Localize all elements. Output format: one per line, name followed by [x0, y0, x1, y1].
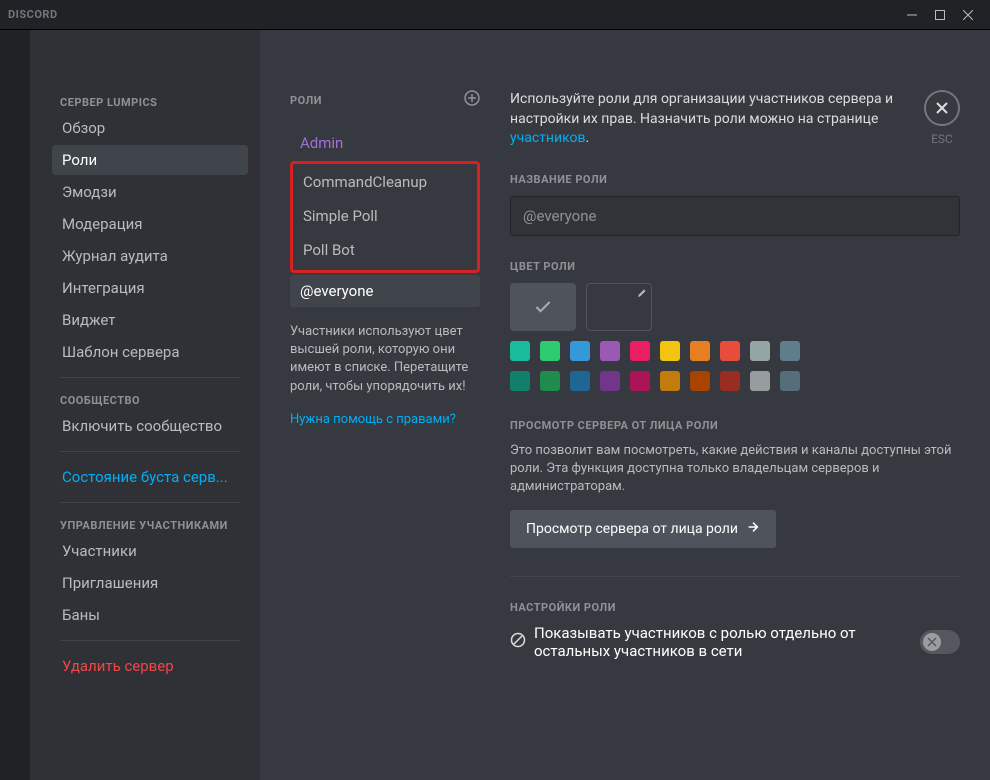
color-swatch[interactable] [660, 341, 680, 361]
minimize-button[interactable] [898, 4, 926, 26]
color-swatch[interactable] [720, 371, 740, 391]
preview-description: Это позволит вам посмотреть, какие дейст… [510, 442, 960, 497]
sidebar-item-audit[interactable]: Журнал аудита [52, 241, 248, 271]
sidebar-item-template[interactable]: Шаблон сервера [52, 337, 248, 367]
color-swatch[interactable] [540, 341, 560, 361]
settings-sidebar: СЕРВЕР LUMPICS Обзор Роли Эмодзи Модерац… [30, 30, 260, 780]
color-swatch[interactable] [750, 341, 770, 361]
sidebar-divider [60, 377, 240, 378]
sidebar-item-invites[interactable]: Приглашения [52, 568, 248, 598]
color-swatch[interactable] [630, 341, 650, 361]
sidebar-item-moderation[interactable]: Модерация [52, 209, 248, 239]
sidebar-item-integrations[interactable]: Интеграция [52, 273, 248, 303]
color-swatch[interactable] [690, 341, 710, 361]
members-link[interactable]: участников [510, 130, 585, 146]
add-role-button[interactable] [464, 90, 480, 111]
sidebar-item-roles[interactable]: Роли [52, 145, 248, 175]
role-item-admin[interactable]: Admin [290, 127, 480, 159]
sidebar-item-members[interactable]: Участники [52, 536, 248, 566]
color-grid-row [510, 371, 960, 391]
sidebar-divider [60, 502, 240, 503]
highlight-annotation: CommandCleanup Simple Poll Poll Bot [290, 161, 480, 273]
prohibited-icon [510, 632, 526, 652]
roles-column: РОЛИ Admin CommandCleanup Simple Poll Po… [290, 90, 480, 760]
role-item[interactable]: Simple Poll [293, 200, 477, 232]
color-swatch[interactable] [600, 341, 620, 361]
color-swatch[interactable] [720, 341, 740, 361]
color-swatch[interactable] [750, 371, 770, 391]
close-icon [924, 90, 960, 126]
sidebar-divider [60, 451, 240, 452]
color-swatch[interactable] [660, 371, 680, 391]
color-default-swatch[interactable] [510, 283, 576, 331]
sidebar-divider [60, 640, 240, 641]
toggle-hoist-label: Показывать участников с ролью отдельно о… [510, 624, 908, 660]
role-intro-text: Используйте роли для организации участни… [510, 90, 960, 149]
role-item[interactable]: Poll Bot [293, 234, 477, 266]
toggle-hoist[interactable] [920, 630, 960, 654]
close-window-button[interactable] [954, 4, 982, 26]
color-swatch[interactable] [690, 371, 710, 391]
roles-help-text: Участники используют цвет высшей роли, к… [290, 323, 480, 396]
role-name-input[interactable] [510, 196, 960, 236]
sidebar-header-server: СЕРВЕР LUMPICS [52, 90, 248, 113]
sidebar-item-enable-community[interactable]: Включить сообщество [52, 411, 248, 441]
role-name-label: НАЗВАНИЕ РОЛИ [510, 173, 960, 186]
sidebar-header-community: СООБЩЕСТВО [52, 388, 248, 411]
guild-rail [0, 30, 30, 780]
color-swatch[interactable] [630, 371, 650, 391]
sidebar-item-widget[interactable]: Виджет [52, 305, 248, 335]
color-swatch[interactable] [600, 371, 620, 391]
sidebar-item-overview[interactable]: Обзор [52, 113, 248, 143]
role-detail-column: Используйте роли для организации участни… [510, 90, 960, 760]
section-divider [510, 576, 960, 577]
color-picker-button[interactable] [586, 283, 652, 331]
titlebar: DISCORD [0, 0, 990, 30]
color-swatch[interactable] [780, 341, 800, 361]
sidebar-item-bans[interactable]: Баны [52, 600, 248, 630]
color-swatch[interactable] [510, 371, 530, 391]
app-brand: DISCORD [8, 8, 58, 21]
role-item[interactable]: CommandCleanup [293, 166, 477, 198]
color-swatch[interactable] [540, 371, 560, 391]
color-grid-row [510, 341, 960, 361]
preview-label: ПРОСМОТР СЕРВЕРА ОТ ЛИЦА РОЛИ [510, 419, 960, 432]
role-item-everyone[interactable]: @everyone [290, 275, 480, 307]
color-swatch[interactable] [570, 371, 590, 391]
role-settings-label: НАСТРОЙКИ РОЛИ [510, 601, 960, 614]
arrow-right-icon [746, 520, 760, 538]
roles-help-link[interactable]: Нужна помощь с правами? [290, 412, 480, 427]
maximize-button[interactable] [926, 4, 954, 26]
close-label: ESC [931, 132, 953, 146]
preview-as-role-button[interactable]: Просмотр сервера от лица роли [510, 510, 776, 548]
sidebar-header-members: УПРАВЛЕНИЕ УЧАСТНИКАМИ [52, 513, 248, 536]
sidebar-item-emoji[interactable]: Эмодзи [52, 177, 248, 207]
sidebar-item-boost-status[interactable]: Состояние буста серв... [52, 462, 248, 492]
content-area: РОЛИ Admin CommandCleanup Simple Poll Po… [260, 30, 990, 780]
sidebar-item-delete-server[interactable]: Удалить сервер [52, 651, 248, 681]
color-swatch[interactable] [510, 341, 530, 361]
color-swatch[interactable] [780, 371, 800, 391]
toggle-knob [923, 633, 941, 651]
role-color-label: ЦВЕТ РОЛИ [510, 260, 960, 273]
close-settings-button[interactable]: ESC [924, 90, 960, 146]
color-swatch[interactable] [570, 341, 590, 361]
roles-header: РОЛИ [290, 94, 322, 107]
